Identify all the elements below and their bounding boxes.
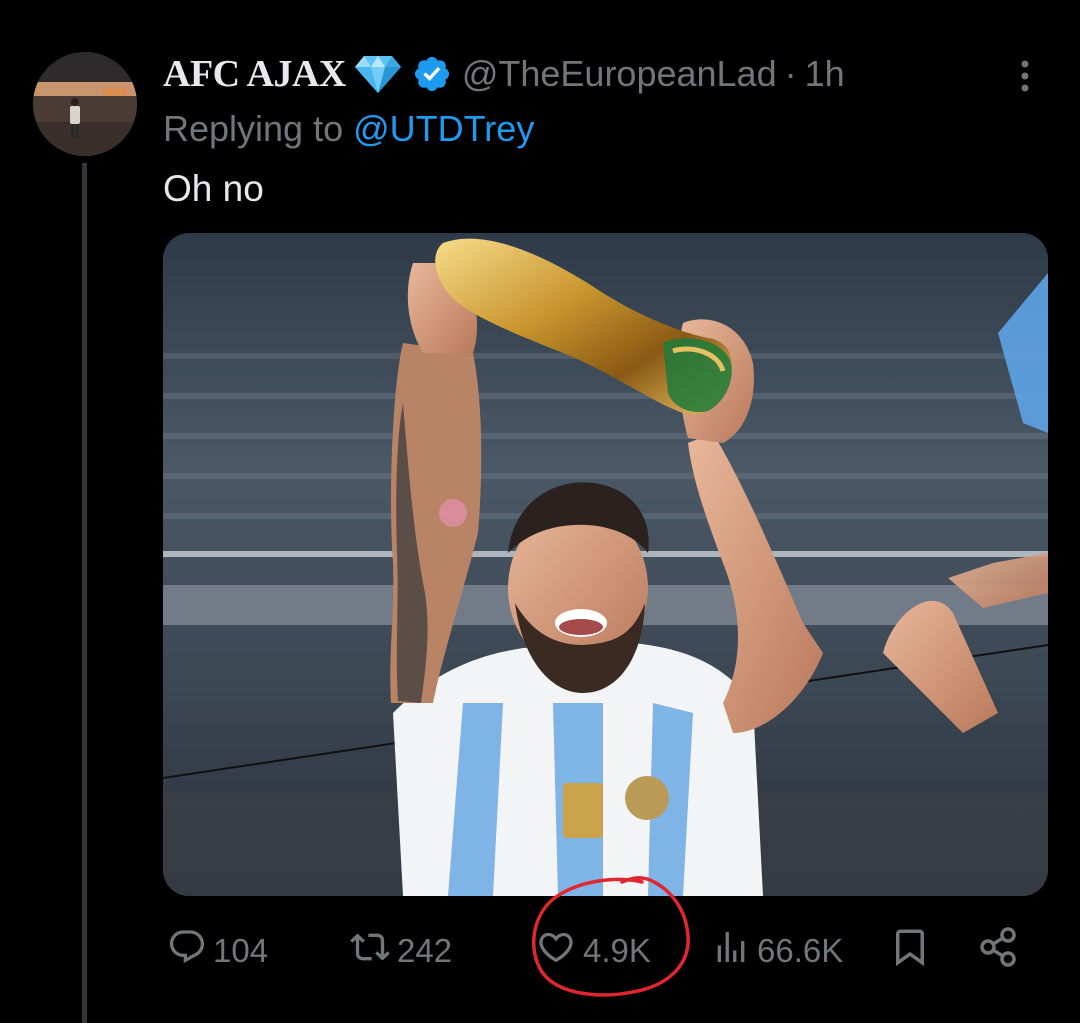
tweet-text: Oh no — [163, 168, 264, 209]
views-count: 66.6K — [757, 932, 844, 969]
display-name[interactable]: AFC AJAX — [163, 52, 346, 96]
tweet-action-bar: 104 242 4.9K 66.6K — [163, 925, 1033, 981]
retweet-button[interactable]: 242 — [349, 925, 452, 977]
tweet-header: AFC AJAX @TheEuropeanLad · 1h — [163, 50, 845, 98]
like-count: 4.9K — [583, 932, 651, 969]
reply-mention-link[interactable]: @UTDTrey — [353, 108, 534, 149]
retweet-count: 242 — [397, 932, 453, 969]
reply-icon — [167, 927, 207, 975]
views-button[interactable]: 66.6K — [711, 925, 843, 977]
user-handle[interactable]: @TheEuropeanLad — [462, 53, 777, 95]
verified-badge-icon — [412, 54, 452, 94]
bookmark-icon — [889, 925, 931, 977]
gem-emoji-icon — [354, 54, 402, 94]
share-icon — [977, 925, 1021, 977]
avatar[interactable] — [33, 52, 137, 156]
timestamp[interactable]: 1h — [805, 53, 845, 95]
heart-icon — [535, 927, 577, 975]
replying-to-label: Replying to — [163, 108, 344, 149]
reply-button[interactable]: 104 — [167, 925, 268, 977]
reply-count: 104 — [213, 932, 269, 969]
retweet-icon — [349, 927, 391, 975]
replying-to: Replying to @UTDTrey — [163, 108, 534, 150]
bookmark-button[interactable] — [889, 925, 931, 977]
share-button[interactable] — [977, 925, 1021, 977]
thread-connector-line — [82, 163, 87, 1023]
separator-dot: · — [784, 53, 797, 94]
tweet-media-image[interactable] — [163, 233, 1048, 896]
more-vertical-icon[interactable] — [1010, 58, 1040, 94]
views-icon — [711, 927, 751, 975]
like-button[interactable]: 4.9K — [535, 925, 651, 977]
